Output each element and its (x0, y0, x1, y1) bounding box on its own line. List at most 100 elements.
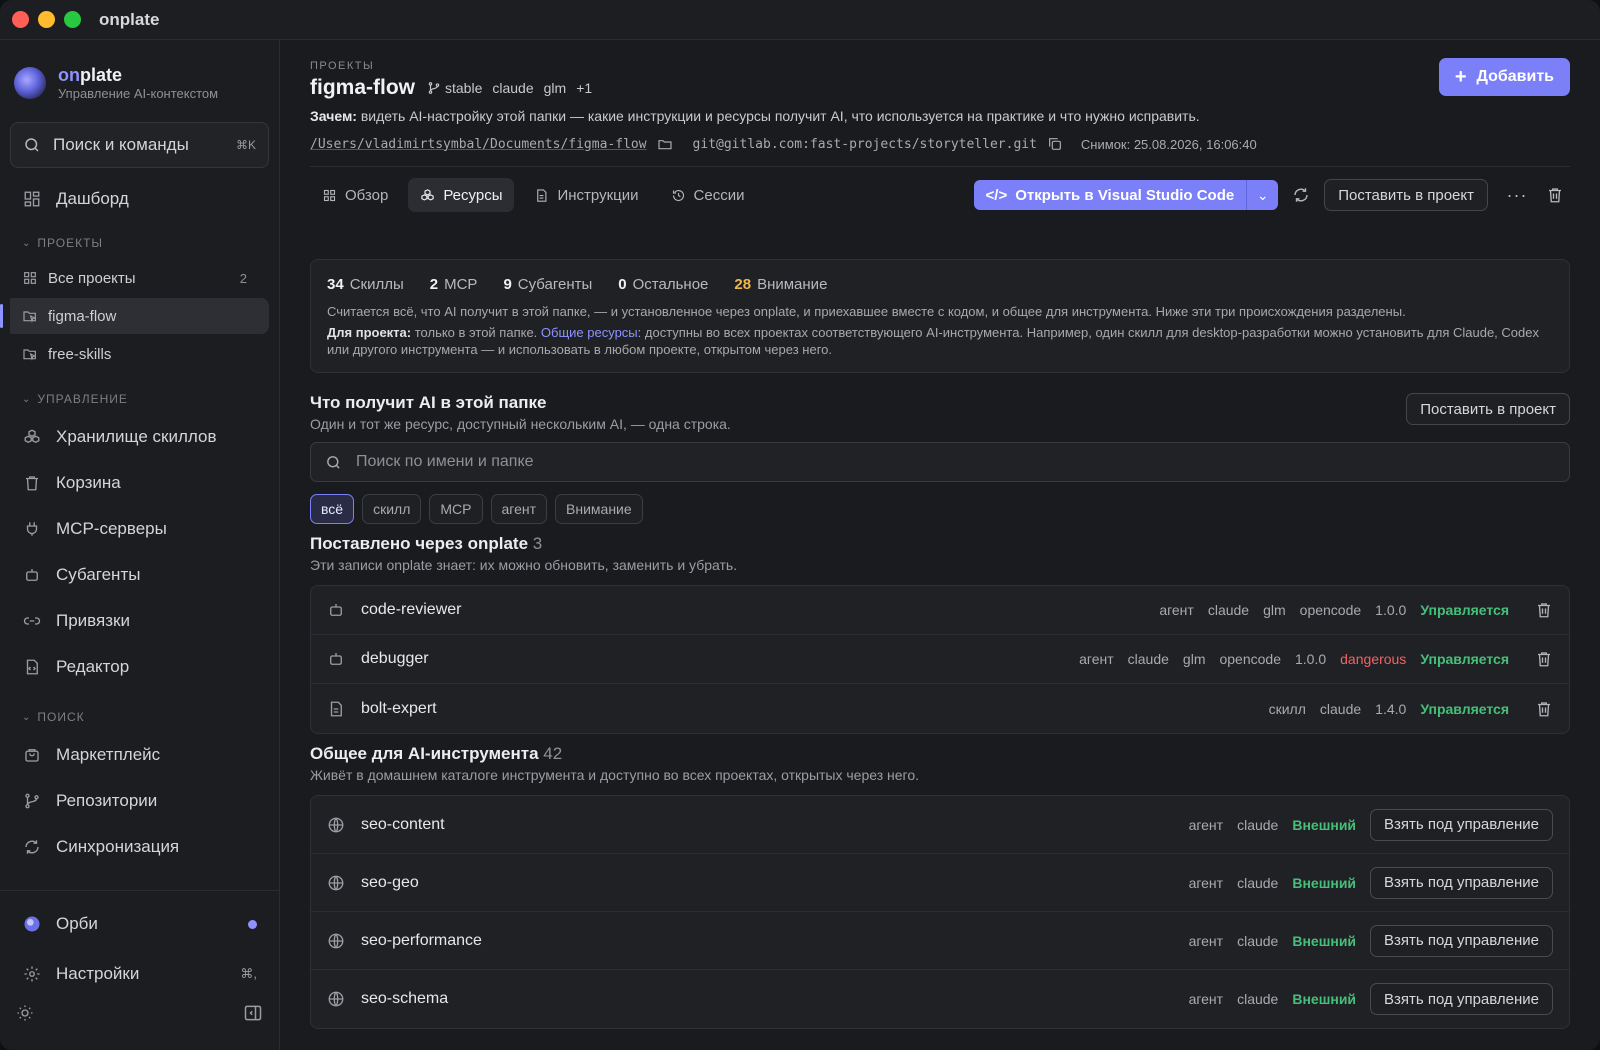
list-item[interactable]: seo-performance агент claude Внешний Взять… (311, 912, 1569, 970)
sidebar-item-mcp-servers[interactable]: MCP-серверы (0, 506, 279, 552)
file-code-icon (22, 657, 42, 677)
sidebar-item-label: figma-flow (48, 307, 117, 325)
more-button[interactable]: ··· (1502, 180, 1532, 210)
sidebar-item-trash[interactable]: Корзина (0, 460, 279, 506)
brand-name: onplate (58, 65, 123, 85)
git-branch-icon (428, 82, 440, 94)
add-button[interactable]: + Добавить (1438, 58, 1570, 96)
take-control-button[interactable]: Взять под управление (1370, 808, 1553, 841)
status-badge: Внешний (1292, 874, 1357, 891)
section-projects[interactable]: ⌄ ПРОЕКТЫ (0, 228, 279, 258)
ai-section-header: Что получит AI в этой папке Один и тот ж… (310, 393, 1570, 432)
path-row: /Users/vladimirtsymbal/Documents/figma-f… (310, 136, 1570, 152)
copy-icon[interactable] (1047, 136, 1063, 152)
filter-chip-skill[interactable]: скилл (362, 494, 422, 524)
installed-title: Поставлено через onplate 3 (310, 534, 543, 553)
trash-icon[interactable] (1535, 700, 1553, 718)
open-folder-icon[interactable] (657, 136, 673, 152)
document-icon (330, 701, 342, 716)
tag-more[interactable]: +1 (576, 80, 592, 96)
chevron-down-icon: ⌄ (1256, 186, 1269, 203)
command-search[interactable]: Поиск и команды ⌘K (10, 122, 269, 168)
filter-chip-attention[interactable]: Внимание (555, 494, 643, 524)
sidebar-item-skill-storage[interactable]: Хранилище скиллов (0, 414, 279, 460)
tab-resources[interactable]: Ресурсы (408, 178, 515, 212)
window-title: onplate (99, 9, 160, 29)
section-manage[interactable]: ⌄ УПРАВЛЕНИЕ (0, 384, 279, 414)
project-path-link[interactable]: /Users/vladimirtsymbal/Documents/figma-f… (310, 137, 647, 152)
open-in-dropdown-button[interactable]: ⌄ (1246, 180, 1278, 210)
install-to-project-button[interactable]: Поставить в проект (1324, 179, 1488, 211)
sidebar-item-bindings[interactable]: Привязки (0, 598, 279, 644)
resource-search-input[interactable] (356, 453, 1555, 471)
filter-chip-all[interactable]: всё (310, 494, 355, 524)
sidebar-item-label: Синхронизация (56, 837, 180, 856)
sidebar-item-subagents[interactable]: Субагенты (0, 552, 279, 598)
zoom-window-button[interactable] (64, 11, 81, 28)
filter-chip-agent[interactable]: агент (490, 494, 548, 524)
item-name: code-reviewer (361, 601, 462, 618)
trash-icon[interactable] (1535, 601, 1553, 619)
boxes-icon (22, 427, 42, 447)
stat-attention: 28 Внимание (734, 276, 828, 293)
stats-note-project: Для проекта: только в этой папке. Общие … (327, 325, 1539, 357)
breadcrumb[interactable]: ПРОЕКТЫ (310, 60, 1570, 72)
sidebar-item-orbi[interactable]: Орби (0, 901, 279, 947)
list-item[interactable]: debugger агент claude glm opencode 1.0.0 dan… (311, 635, 1569, 684)
item-name: seo-geo (361, 873, 419, 891)
tab-overview[interactable]: Обзор (310, 178, 400, 212)
filter-chip-mcp[interactable]: MCP (429, 494, 483, 524)
danger-badge: dangerous (1340, 651, 1407, 667)
sun-icon[interactable] (16, 1004, 34, 1022)
dashboard-icon (22, 189, 42, 209)
minimize-window-button[interactable] (38, 11, 55, 28)
purpose-text: Зачем: видеть AI-настройку этой папки — … (310, 108, 1200, 124)
shared-resources-link[interactable]: Общие ресурсы (541, 325, 638, 340)
list-item[interactable]: bolt-expert скилл claude 1.4.0 Управляется (311, 684, 1569, 733)
folder-cursor-icon (23, 311, 37, 323)
open-in-vscode-split-button: </> Открыть в Visual Studio Code ⌄ (973, 180, 1279, 210)
take-control-button[interactable]: Взять под управление (1370, 983, 1553, 1015)
trash-icon[interactable] (1535, 650, 1553, 668)
sidebar-item-dashboard[interactable]: Дашборд (0, 176, 279, 222)
item-name: seo-content (361, 815, 445, 833)
list-item[interactable]: seo-content агент claude Внешний Взять под… (311, 796, 1569, 854)
sidebar-item-editor[interactable]: Редактор (0, 644, 279, 690)
resource-search (310, 442, 1570, 482)
sidebar-toggle-icon[interactable] (243, 1003, 263, 1023)
stats-counters: 34 Скиллы 2 MCP 9 Субагенты 0 Остальное 28 Вн… (327, 276, 1553, 293)
status-badge: Управляется (1420, 651, 1509, 667)
list-item[interactable]: code-reviewer агент claude glm opencode 1.0.… (311, 586, 1569, 635)
stat-mcp: 2 MCP (429, 276, 478, 293)
close-window-button[interactable] (12, 11, 29, 28)
git-branch-icon (22, 791, 42, 811)
sidebar-item-label: Хранилище скиллов (56, 427, 217, 446)
open-in-vscode-button[interactable]: </> Открыть в Visual Studio Code (974, 180, 1247, 210)
tag-glm: glm (543, 80, 567, 96)
tab-sessions[interactable]: Сессии (659, 178, 757, 212)
sidebar-item-repositories[interactable]: Репозитории (0, 778, 279, 824)
install-to-project-button-secondary[interactable]: Поставить в проект (1406, 393, 1570, 425)
sidebar-item-settings[interactable]: Настройки ⌘, (0, 951, 279, 997)
document-icon (537, 188, 547, 202)
tabs-bar: Обзор Ресурсы Инструкции Сессии </> Откр… (310, 177, 1570, 213)
sidebar-item-all-projects[interactable]: Все проекты 2 (0, 260, 269, 296)
sidebar-item-marketplace[interactable]: Маркетплейс (0, 732, 279, 778)
gear-icon (22, 964, 42, 984)
take-control-button[interactable]: Взять под управление (1370, 866, 1553, 899)
trash-icon (1549, 188, 1561, 203)
refresh-button[interactable] (1286, 180, 1316, 210)
list-item[interactable]: seo-schema агент claude Внешний Взять под … (311, 970, 1569, 1028)
globe-icon (328, 817, 344, 832)
delete-project-button[interactable] (1540, 180, 1570, 210)
sidebar-item-label: Репозитории (56, 791, 158, 810)
sidebar-item-label: Редактор (56, 657, 130, 676)
sidebar-item-figma-flow[interactable]: figma-flow (0, 298, 269, 334)
sidebar-item-free-skills[interactable]: free-skills (0, 336, 269, 372)
sidebar-item-sync[interactable]: Синхронизация (0, 824, 279, 870)
section-search[interactable]: ⌄ ПОИСК (0, 702, 279, 732)
take-control-button[interactable]: Взять под управление (1370, 924, 1553, 957)
projects-count: 2 (239, 270, 247, 286)
tab-instructions[interactable]: Инструкции (522, 178, 650, 212)
list-item[interactable]: seo-geo агент claude Внешний Взять под упр… (311, 854, 1569, 912)
